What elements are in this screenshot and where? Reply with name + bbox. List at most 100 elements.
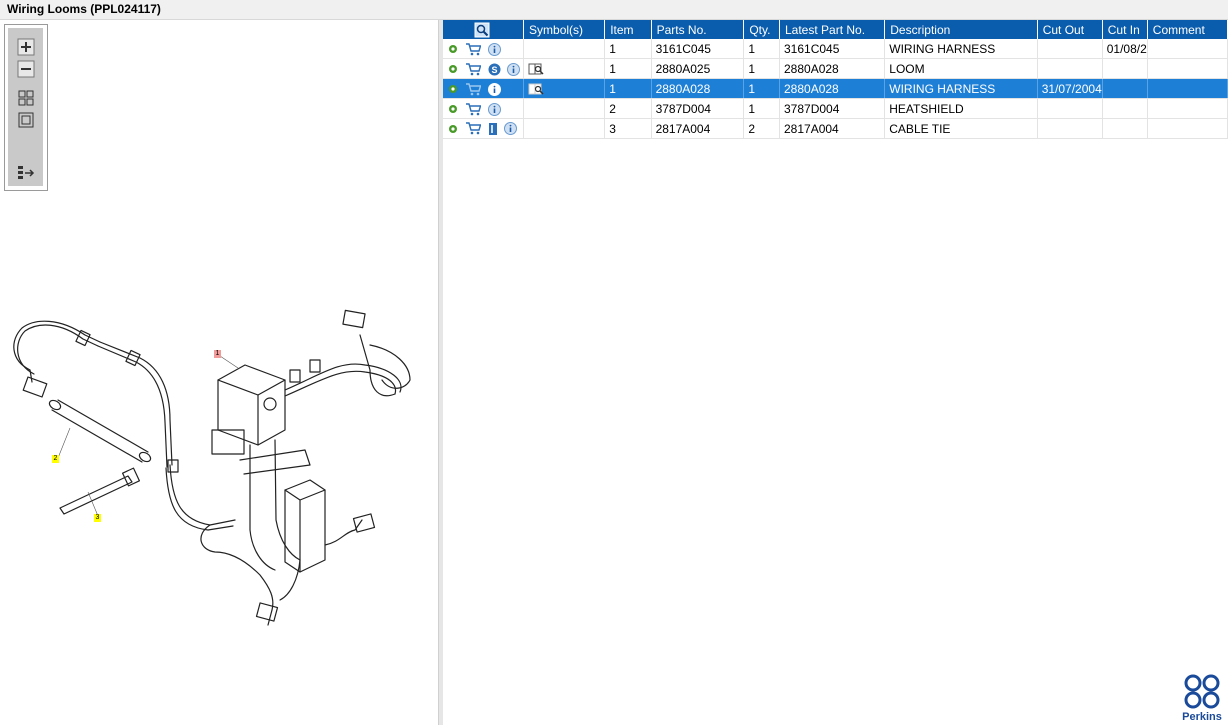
cell-comment [1147,118,1228,139]
gear-icon[interactable] [447,103,459,115]
info-icon[interactable] [507,62,521,76]
table-row-selected[interactable]: 1 2880A028 1 2880A028 WIRING HARNESS 31/… [443,78,1228,99]
info-icon[interactable] [504,122,518,136]
cell-cut-out [1037,98,1103,119]
cell-part-no: 3787D004 [651,98,745,119]
svg-text:S: S [491,64,497,74]
table-row[interactable]: 2 3787D004 1 3787D004 HEATSHIELD [443,98,1228,119]
gear-icon[interactable] [447,83,459,95]
col-header-symbols[interactable]: Symbol(s) [523,20,606,39]
row-symbols [523,78,606,99]
zoom-out-icon[interactable] [16,59,36,79]
cell-description: HEATSHIELD [884,98,1038,119]
cell-cut-in [1102,78,1148,99]
cell-item: 1 [604,39,652,59]
cell-item: 1 [604,78,652,99]
row-actions [443,98,525,119]
callout-1[interactable]: 1 [214,350,221,358]
cell-comment [1147,58,1228,79]
fit-all-icon[interactable] [16,88,36,108]
viewer-toolbox [4,24,48,191]
col-header-comment[interactable]: Comment [1147,20,1228,39]
col-header-qty[interactable]: Qty. [743,20,780,39]
row-symbols [523,118,606,139]
cell-part-no: 3161C045 [651,39,745,59]
cart-icon[interactable] [465,42,482,56]
col-header-parts-no[interactable]: Parts No. [651,20,745,39]
parts-table: Symbol(s) Item Parts No. Qty. Latest Par… [443,20,1228,139]
parts-pane: Symbol(s) Item Parts No. Qty. Latest Par… [443,20,1228,725]
col-header-cut-in[interactable]: Cut In [1102,20,1148,39]
kit-icon[interactable] [488,122,498,136]
col-header-actions[interactable] [443,20,525,39]
cell-part-no: 2880A025 [651,58,745,79]
cell-qty: 1 [743,98,780,119]
row-actions [443,78,525,99]
cell-latest-part-no: 2817A004 [779,118,886,139]
brand-logo: Perkins [1182,673,1222,723]
cell-latest-part-no: 2880A028 [779,58,886,79]
cell-qty: 2 [743,118,780,139]
info-icon[interactable] [487,82,501,96]
wiring-loom-drawing [13,309,411,626]
col-header-cut-out[interactable]: Cut Out [1037,20,1103,39]
cell-qty: 1 [743,78,780,99]
cell-description: LOOM [884,58,1038,79]
supersession-icon[interactable]: S [488,63,501,76]
cell-cut-out [1037,39,1103,59]
cart-icon[interactable] [465,62,482,76]
list-toggle-icon[interactable] [16,163,36,183]
row-actions [443,39,525,59]
cell-latest-part-no: 3161C045 [779,39,886,59]
fit-window-icon[interactable] [16,110,36,130]
cell-item: 2 [604,98,652,119]
gear-icon[interactable] [447,43,459,55]
cell-description: WIRING HARNESS [884,78,1038,99]
row-symbols [523,58,606,79]
brand-name: Perkins [1182,711,1222,723]
cell-description: CABLE TIE [884,118,1038,139]
info-icon[interactable] [487,102,501,116]
row-actions: S [443,58,525,79]
row-symbols [523,39,606,59]
cell-cut-in [1102,98,1148,119]
cell-cut-out [1037,58,1103,79]
cell-cut-out [1037,118,1103,139]
cell-part-no: 2817A004 [651,118,745,139]
cell-item: 3 [604,118,652,139]
callout-2[interactable]: 2 [52,455,59,463]
cell-comment [1147,78,1228,99]
col-header-latest-part-no[interactable]: Latest Part No. [779,20,886,39]
cell-cut-out: 31/07/2004 [1037,78,1103,99]
cell-cut-in: 01/08/2 [1102,39,1148,59]
cell-qty: 1 [743,58,780,79]
cell-cut-in [1102,58,1148,79]
table-row[interactable]: 1 3161C045 1 3161C045 WIRING HARNESS 01/… [443,39,1228,59]
book-search-icon[interactable] [528,82,544,96]
drawing-pane[interactable]: 1 2 3 [0,20,438,725]
info-icon[interactable] [487,42,501,56]
col-header-item[interactable]: Item [604,20,652,39]
cart-icon[interactable] [465,82,482,96]
table-header-row: Symbol(s) Item Parts No. Qty. Latest Par… [443,20,1228,39]
cell-item: 1 [604,58,652,79]
cell-latest-part-no: 2880A028 [779,78,886,99]
search-icon[interactable] [474,22,490,38]
gear-icon[interactable] [447,63,459,75]
cart-icon[interactable] [465,122,482,135]
callout-3[interactable]: 3 [94,514,101,522]
col-header-description[interactable]: Description [884,20,1038,39]
table-row[interactable]: S 1 2880A025 1 2880A028 LOOM [443,58,1228,79]
cell-comment [1147,39,1228,59]
window-title: Wiring Looms (PPL024117) [7,2,161,16]
cell-description: WIRING HARNESS [884,39,1038,59]
cell-part-no: 2880A028 [651,78,745,99]
cell-comment [1147,98,1228,119]
book-search-icon[interactable] [528,62,544,76]
gear-icon[interactable] [447,123,459,135]
zoom-in-icon[interactable] [16,37,36,57]
cart-icon[interactable] [465,102,482,116]
row-symbols [523,98,606,119]
table-row[interactable]: 3 2817A004 2 2817A004 CABLE TIE [443,118,1228,139]
window-title-bar: Wiring Looms (PPL024117) [0,0,1228,20]
